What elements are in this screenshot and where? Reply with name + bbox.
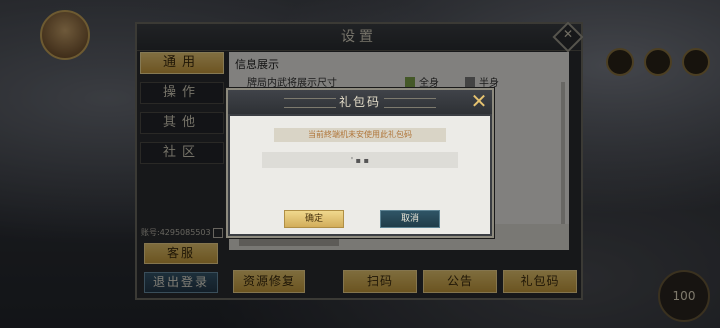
dialog-notice: 当前終端机未安使用此礼包码 <box>274 128 446 142</box>
gift-code-dialog: 礼包码 ✕ 当前終端机未安使用此礼包码 确定 取消 <box>226 88 494 238</box>
close-icon[interactable]: ✕ <box>468 90 490 112</box>
dialog-title: 礼包码 <box>338 95 381 109</box>
ornament-left <box>284 98 336 108</box>
gift-code-input[interactable] <box>262 152 458 168</box>
ornament-right <box>384 98 436 108</box>
dialog-body: 当前終端机未安使用此礼包码 确定 取消 <box>230 116 490 234</box>
dialog-header: 礼包码 <box>228 90 492 114</box>
cancel-button[interactable]: 取消 <box>380 210 440 228</box>
confirm-button[interactable]: 确定 <box>284 210 344 228</box>
